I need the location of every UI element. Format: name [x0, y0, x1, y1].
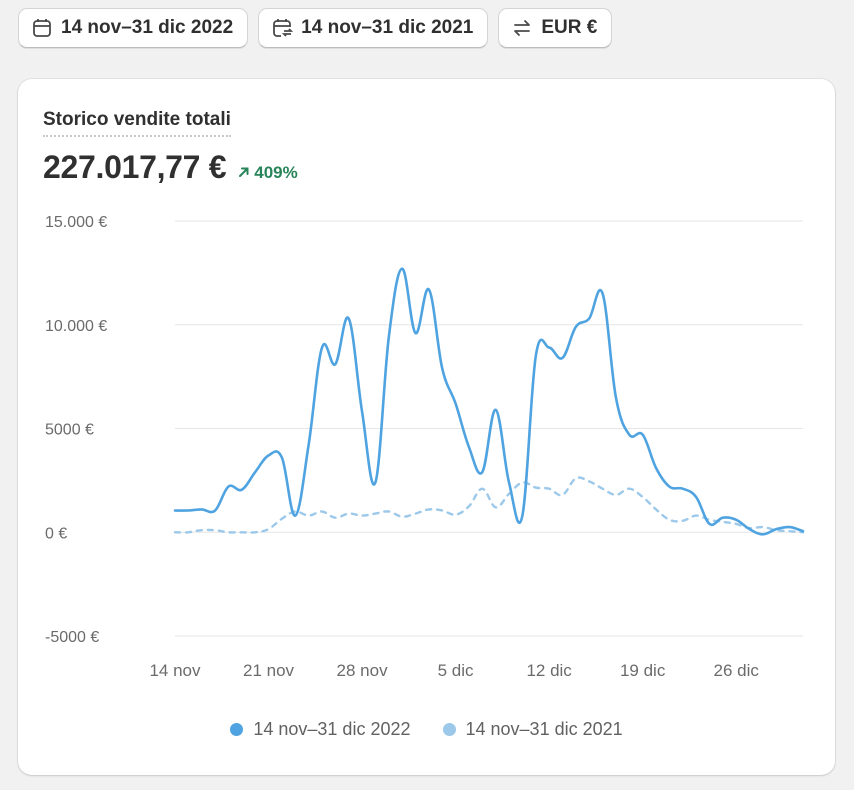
date-range-label: 14 nov–31 dic 2022 [61, 17, 234, 38]
date-range-button[interactable]: 14 nov–31 dic 2022 [18, 8, 249, 48]
series-line-2022 [173, 267, 805, 536]
legend-item-2022[interactable]: 14 nov–31 dic 2022 [230, 719, 411, 740]
calendar-icon [31, 17, 53, 39]
arrows-exchange-icon [511, 17, 533, 39]
chart-legend: 14 nov–31 dic 2022 14 nov–31 dic 2021 [18, 719, 835, 740]
y-tick-label: 5000 € [45, 422, 94, 439]
sales-history-card: Storico vendite totali 227.017,77 € 409%… [18, 79, 835, 775]
sales-line-chart: 15.000 € 10.000 € 5000 € 0 € -5000 € 14 nov 2… [45, 214, 805, 680]
calendar-compare-icon [271, 17, 294, 39]
x-tick-label: 14 nov [149, 661, 201, 680]
legend-label-2021: 14 nov–31 dic 2021 [465, 719, 623, 739]
currency-label: EUR € [541, 17, 598, 38]
legend-item-2021[interactable]: 14 nov–31 dic 2021 [442, 719, 623, 740]
legend-dot-2022 [230, 723, 244, 736]
toolbar: 14 nov–31 dic 2022 14 nov–31 dic 2021 EU… [18, 8, 613, 48]
x-tick-label: 26 dic [714, 661, 760, 680]
y-tick-label: 10.000 € [45, 318, 107, 335]
y-tick-label: -5000 € [45, 629, 99, 646]
x-tick-label: 28 nov [337, 661, 389, 680]
compare-range-button[interactable]: 14 nov–31 dic 2021 [258, 8, 489, 48]
legend-dot-2021 [442, 723, 456, 736]
x-tick-label: 19 dic [620, 661, 666, 680]
legend-label-2022: 14 nov–31 dic 2022 [253, 719, 411, 739]
x-tick-label: 5 dic [438, 661, 474, 680]
x-tick-label: 21 nov [243, 661, 295, 680]
y-tick-label: 15.000 € [45, 214, 107, 231]
y-tick-label: 0 € [45, 525, 67, 542]
currency-button[interactable]: EUR € [498, 8, 613, 48]
x-tick-label: 12 dic [526, 661, 572, 680]
compare-range-label: 14 nov–31 dic 2021 [301, 17, 474, 38]
